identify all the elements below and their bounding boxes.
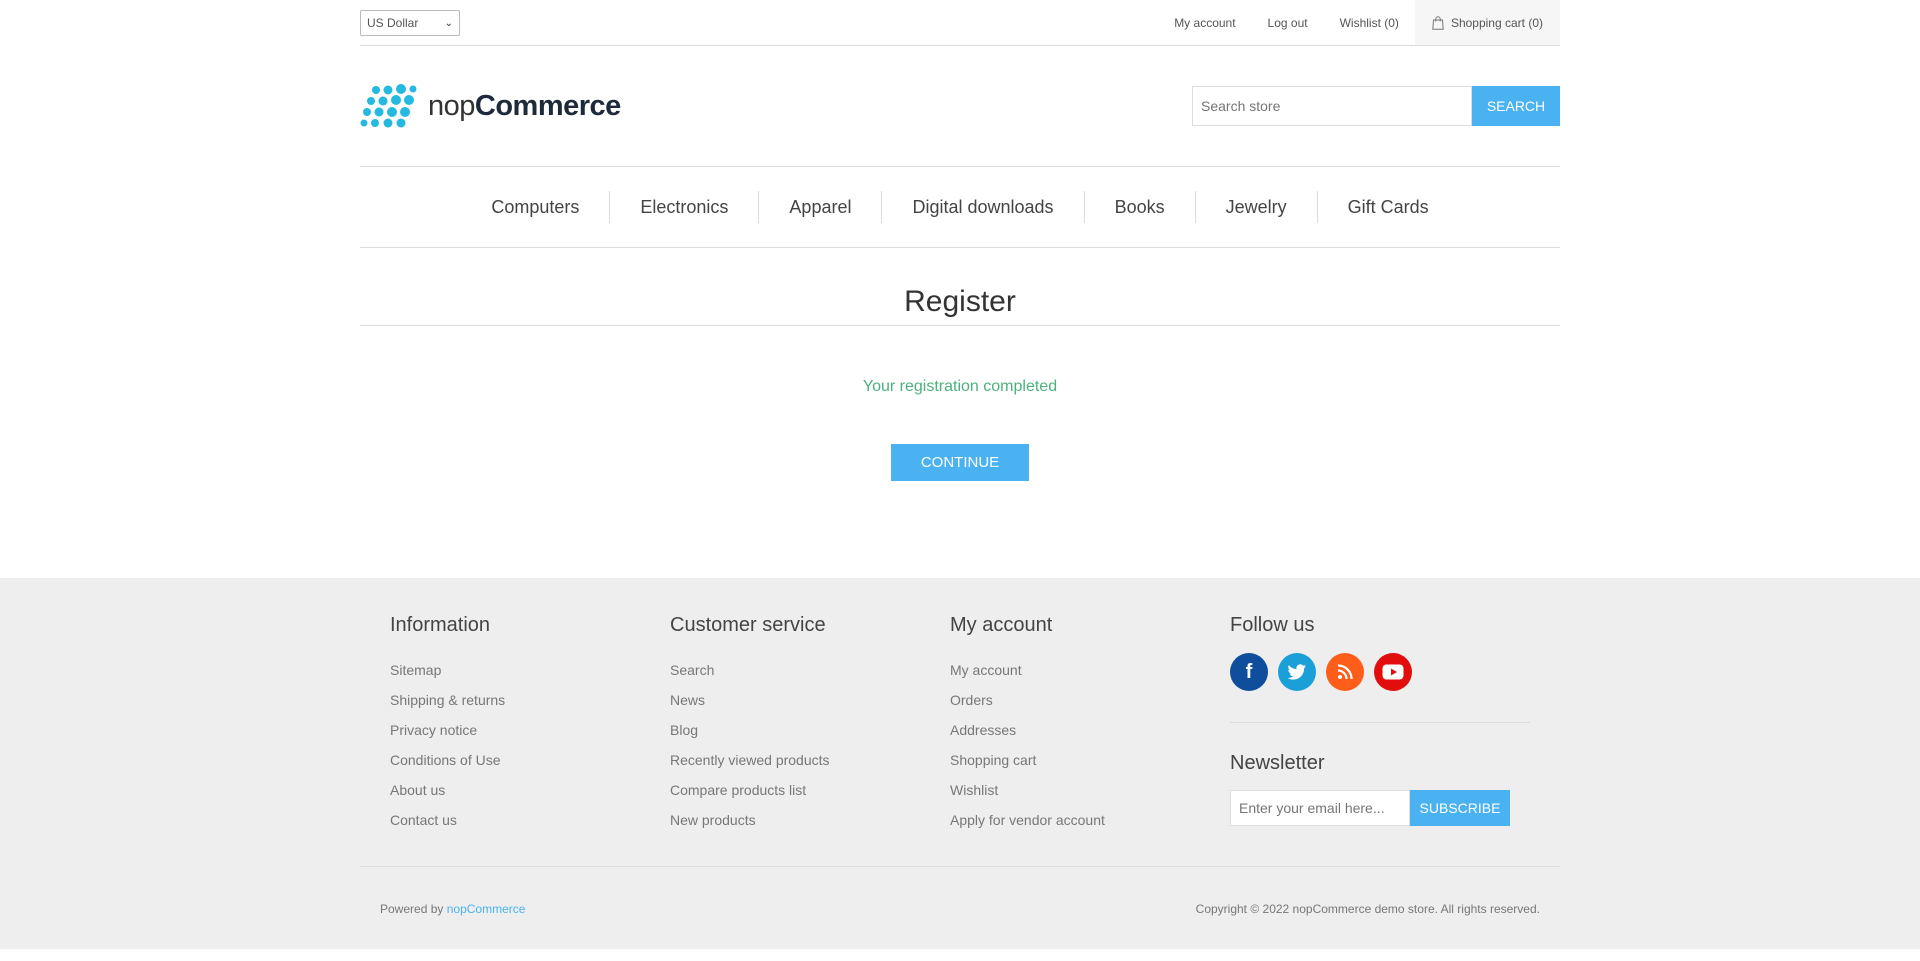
newsletter-form: SUBSCRIBE: [1230, 790, 1530, 826]
header-links-bar: US Dollar ⌄ My account Log out Wishlist …: [360, 0, 1560, 46]
footer-link-recently-viewed[interactable]: Recently viewed products: [670, 745, 830, 775]
search-input[interactable]: [1192, 86, 1472, 126]
footer-customer-service-title: Customer service: [670, 614, 826, 636]
footer-link-conditions-of-use[interactable]: Conditions of Use: [390, 745, 505, 775]
menu-item-gift-cards[interactable]: Gift Cards: [1318, 191, 1459, 223]
currency-selector[interactable]: US Dollar ⌄: [360, 10, 460, 36]
shopping-cart-label: Shopping cart (0): [1450, 15, 1543, 30]
footer-information-column: Information Sitemap Shipping & returns P…: [390, 614, 505, 835]
footer-customer-service-list: Search News Blog Recently viewed product…: [670, 655, 830, 835]
menu-item-books[interactable]: Books: [1085, 191, 1196, 223]
logo-text-bold: Commerce: [474, 89, 621, 122]
nopcommerce-logo-icon: [360, 84, 417, 128]
footer: Information Sitemap Shipping & returns P…: [0, 578, 1920, 949]
continue-button-wrap: CONTINUE: [360, 444, 1560, 481]
footer-link-news[interactable]: News: [670, 685, 830, 715]
shopping-cart-link[interactable]: Shopping cart (0): [1414, 0, 1560, 45]
footer-follow-title: Follow us: [1230, 614, 1315, 636]
footer-link-new-products[interactable]: New products: [670, 805, 830, 835]
powered-by: Powered by nopCommerce: [380, 902, 525, 916]
footer-link-compare-products[interactable]: Compare products list: [670, 775, 830, 805]
wishlist-link[interactable]: Wishlist (0): [1340, 16, 1399, 30]
footer-link-sitemap[interactable]: Sitemap: [390, 655, 505, 685]
powered-by-link[interactable]: nopCommerce: [447, 902, 526, 916]
newsletter-title: Newsletter: [1230, 752, 1325, 774]
rss-icon[interactable]: [1326, 653, 1364, 691]
footer-link-orders[interactable]: Orders: [950, 685, 1105, 715]
twitter-icon[interactable]: [1278, 653, 1316, 691]
footer-upper: Information Sitemap Shipping & returns P…: [360, 578, 1560, 867]
footer-my-account-column: My account My account Orders Addresses S…: [950, 614, 1105, 835]
footer-divider: [1230, 722, 1530, 723]
continue-button[interactable]: CONTINUE: [891, 444, 1029, 481]
top-menu: Computers Electronics Apparel Digital do…: [360, 166, 1560, 248]
footer-link-shopping-cart[interactable]: Shopping cart: [950, 745, 1105, 775]
header-links: My account Log out Wishlist (0) Shopping…: [1142, 0, 1560, 45]
menu-item-electronics[interactable]: Electronics: [610, 191, 760, 223]
newsletter-email-input[interactable]: [1230, 790, 1410, 826]
social-icons: f: [1230, 653, 1530, 691]
powered-by-prefix: Powered by: [380, 902, 444, 916]
currency-selected-value: US Dollar: [367, 16, 419, 30]
logo-text: nopCommerce: [428, 90, 621, 123]
footer-link-privacy-notice[interactable]: Privacy notice: [390, 715, 505, 745]
footer-link-search[interactable]: Search: [670, 655, 830, 685]
footer-information-title: Information: [390, 614, 491, 636]
menu-item-digital-downloads[interactable]: Digital downloads: [882, 191, 1085, 223]
logo-text-light: nop: [428, 89, 475, 122]
search-button[interactable]: SEARCH: [1472, 86, 1560, 126]
footer-link-wishlist[interactable]: Wishlist: [950, 775, 1105, 805]
footer-my-account-title: My account: [950, 614, 1053, 636]
youtube-icon[interactable]: [1374, 653, 1412, 691]
menu-item-apparel[interactable]: Apparel: [759, 191, 883, 223]
footer-link-my-account[interactable]: My account: [950, 655, 1105, 685]
my-account-link[interactable]: My account: [1174, 16, 1235, 30]
footer-lower: Powered by nopCommerce Copyright © 2022 …: [360, 867, 1560, 949]
log-out-link[interactable]: Log out: [1268, 16, 1308, 30]
menu-item-jewelry[interactable]: Jewelry: [1196, 191, 1318, 223]
footer-follow-column: Follow us f Newsletter SUBSCRIBE: [1230, 614, 1530, 826]
shopping-bag-icon: [1432, 15, 1444, 30]
footer-link-shipping-returns[interactable]: Shipping & returns: [390, 685, 505, 715]
header-main: nopCommerce SEARCH: [360, 46, 1560, 166]
copyright-text: Copyright © 2022 nopCommerce demo store.…: [1195, 902, 1540, 916]
menu-item-computers[interactable]: Computers: [461, 191, 611, 223]
footer-link-about-us[interactable]: About us: [390, 775, 505, 805]
footer-link-apply-vendor[interactable]: Apply for vendor account: [950, 805, 1105, 835]
footer-my-account-list: My account Orders Addresses Shopping car…: [950, 655, 1105, 835]
store-logo[interactable]: nopCommerce: [360, 84, 621, 128]
registration-result-message: Your registration completed: [862, 378, 1058, 395]
footer-link-contact-us[interactable]: Contact us: [390, 805, 505, 835]
footer-link-blog[interactable]: Blog: [670, 715, 830, 745]
subscribe-button[interactable]: SUBSCRIBE: [1410, 790, 1510, 826]
footer-information-list: Sitemap Shipping & returns Privacy notic…: [390, 655, 505, 835]
search-form: SEARCH: [1192, 86, 1560, 126]
footer-link-addresses[interactable]: Addresses: [950, 715, 1105, 745]
facebook-icon[interactable]: f: [1230, 653, 1268, 691]
page-title: Register: [360, 248, 1560, 326]
footer-customer-service-column: Customer service Search News Blog Recent…: [670, 614, 830, 835]
chevron-down-icon: ⌄: [444, 17, 453, 29]
